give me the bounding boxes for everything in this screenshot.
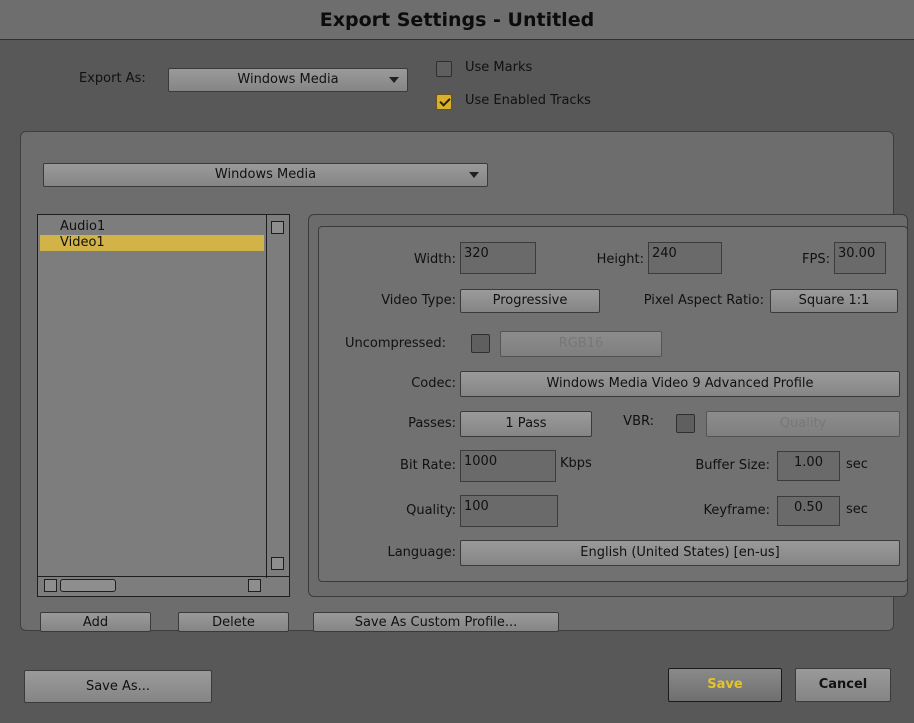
keyframe-field[interactable]: 0.50 <box>777 496 840 526</box>
add-track-button[interactable]: Add <box>40 612 151 632</box>
language-label: Language: <box>387 545 456 560</box>
keyframe-unit: sec <box>846 502 868 517</box>
export-as-label: Export As: <box>79 71 146 86</box>
use-marks-label: Use Marks <box>465 60 533 75</box>
uncompressed-label: Uncompressed: <box>344 336 446 351</box>
track-item-video1[interactable]: Video1 <box>40 235 264 251</box>
passes-button[interactable]: 1 Pass <box>460 411 592 437</box>
scrollbar-divider <box>266 215 267 578</box>
format-dropdown[interactable]: Windows Media <box>43 163 488 187</box>
pixel-aspect-ratio-label: Pixel Aspect Ratio: <box>643 293 764 308</box>
hscroll-thumb[interactable] <box>60 579 116 592</box>
use-enabled-tracks-checkbox[interactable] <box>436 94 452 110</box>
bit-rate-field[interactable]: 1000 <box>460 450 556 482</box>
scroll-up-button[interactable] <box>271 221 284 234</box>
codec-button[interactable]: Windows Media Video 9 Advanced Profile <box>460 371 900 397</box>
track-list[interactable]: Audio1 Video1 <box>37 214 290 597</box>
use-enabled-tracks-label: Use Enabled Tracks <box>465 93 591 108</box>
window-title: Export Settings - Untitled <box>0 0 914 40</box>
quality-field[interactable]: 100 <box>460 495 558 527</box>
width-field[interactable]: 320 <box>460 242 536 274</box>
hscroll-divider <box>38 576 289 577</box>
cancel-button[interactable]: Cancel <box>795 668 891 702</box>
buffer-size-label: Buffer Size: <box>695 458 770 473</box>
pixel-aspect-ratio-button[interactable]: Square 1:1 <box>770 289 898 313</box>
save-button[interactable]: Save <box>668 668 782 702</box>
use-marks-checkbox[interactable] <box>436 61 452 77</box>
fps-field[interactable]: 30.00 <box>834 242 886 274</box>
scroll-down-button[interactable] <box>271 557 284 570</box>
vbr-label: VBR: <box>623 414 654 429</box>
codec-label: Codec: <box>411 376 456 391</box>
video-type-label: Video Type: <box>381 293 456 308</box>
buffer-size-unit: sec <box>846 457 868 472</box>
scroll-right-button[interactable] <box>248 579 261 592</box>
save-as-button[interactable]: Save As... <box>24 670 212 703</box>
buffer-size-field[interactable]: 1.00 <box>777 451 840 481</box>
keyframe-label: Keyframe: <box>703 503 771 518</box>
chevron-down-icon <box>389 77 399 83</box>
chevron-down-icon <box>469 172 479 178</box>
video-type-button[interactable]: Progressive <box>460 289 600 313</box>
export-as-value: Windows Media <box>237 72 339 87</box>
rgb-format-button[interactable]: RGB16 <box>500 331 662 357</box>
height-label: Height: <box>596 252 644 267</box>
vbr-checkbox[interactable] <box>676 414 695 433</box>
save-custom-profile-button[interactable]: Save As Custom Profile... <box>313 612 559 632</box>
format-value: Windows Media <box>214 167 317 182</box>
width-label: Width: <box>413 252 456 267</box>
delete-track-button[interactable]: Delete <box>178 612 289 632</box>
bit-rate-label: Bit Rate: <box>400 458 456 473</box>
passes-label: Passes: <box>408 416 456 431</box>
uncompressed-checkbox[interactable] <box>471 334 490 353</box>
scroll-left-button[interactable] <box>44 579 57 592</box>
track-item-audio1[interactable]: Audio1 <box>40 219 264 235</box>
fps-label: FPS: <box>802 252 830 267</box>
height-field[interactable]: 240 <box>648 242 722 274</box>
bit-rate-unit: Kbps <box>560 456 592 471</box>
vbr-quality-button[interactable]: Quality <box>706 411 900 437</box>
export-as-dropdown[interactable]: Windows Media <box>168 68 408 92</box>
video-settings-inner <box>318 226 908 582</box>
language-button[interactable]: English (United States) [en-us] <box>460 540 900 566</box>
quality-label: Quality: <box>406 503 456 518</box>
